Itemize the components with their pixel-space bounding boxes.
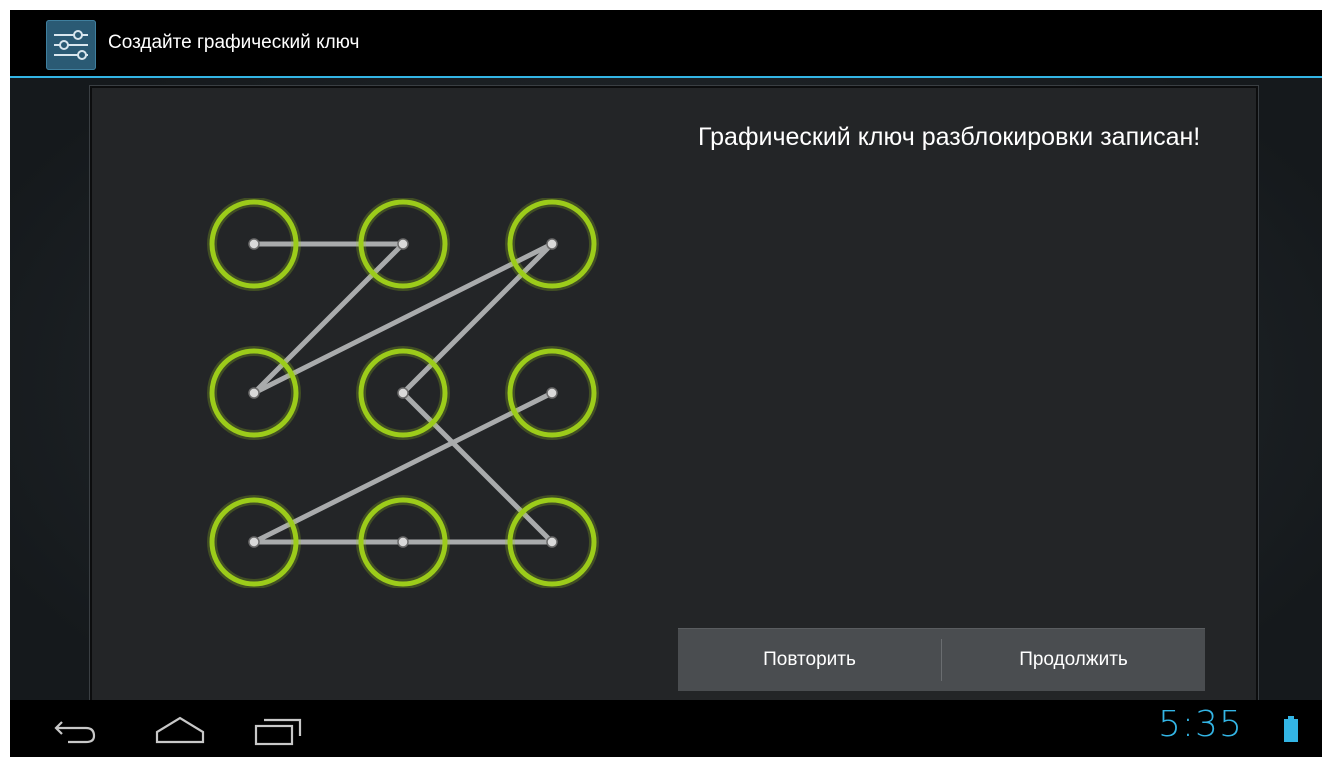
- battery-icon: [1284, 716, 1298, 742]
- page-title: Создайте графический ключ: [108, 32, 360, 53]
- screen: Создайте графический ключ Графический кл…: [0, 0, 1322, 757]
- content-panel: Графический ключ разблокировки записан! …: [90, 86, 1258, 704]
- back-icon[interactable]: [40, 708, 110, 748]
- unlock-pattern[interactable]: [202, 198, 622, 588]
- pattern-status-message: Графический ключ разблокировки записан!: [698, 123, 1201, 151]
- recent-apps-icon[interactable]: [242, 708, 312, 748]
- home-icon[interactable]: [145, 708, 215, 748]
- pattern-segment: [251, 390, 555, 545]
- pattern-node-6[interactable]: [505, 346, 599, 440]
- pattern-segment: [251, 241, 406, 396]
- retry-button[interactable]: Повторить: [678, 629, 941, 691]
- continue-button[interactable]: Продолжить: [942, 629, 1205, 691]
- navigation-bar: 5:35: [10, 700, 1322, 757]
- pattern-segment: [400, 390, 555, 545]
- action-bar: Создайте графический ключ: [10, 10, 1322, 78]
- pattern-node-4[interactable]: [207, 346, 301, 440]
- pattern-segment: [251, 241, 555, 396]
- button-bar: Повторить Продолжить: [678, 628, 1205, 691]
- clock: 5:35: [1158, 704, 1243, 745]
- pattern-node-5[interactable]: [356, 346, 450, 440]
- settings-sliders-icon[interactable]: [46, 20, 96, 70]
- pattern-node-3[interactable]: [505, 198, 599, 291]
- pattern-segment: [400, 241, 555, 396]
- tablet-screen: Создайте графический ключ Графический кл…: [10, 10, 1322, 757]
